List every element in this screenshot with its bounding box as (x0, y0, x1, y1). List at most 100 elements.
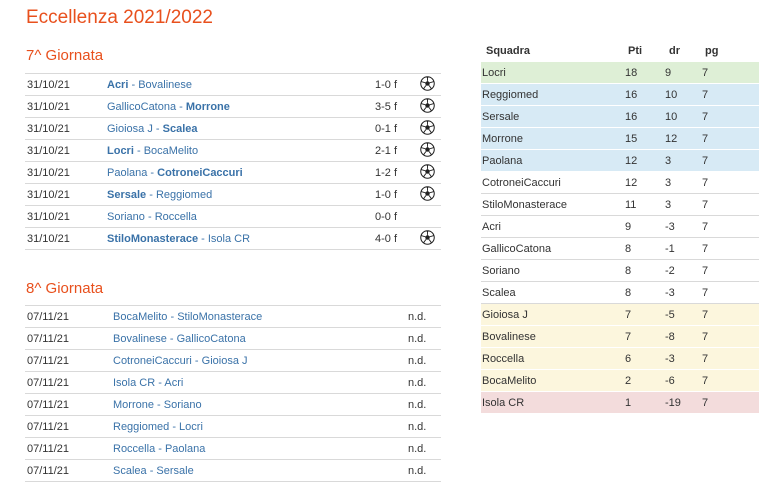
match-date: 31/10/21 (27, 233, 70, 245)
team-points: 12 (625, 177, 638, 189)
team-points: 16 (625, 111, 638, 123)
match-result: n.d. (408, 311, 427, 323)
match-teams-link[interactable]: Isola CR - Acri (113, 377, 183, 389)
team-points: 15 (625, 133, 638, 145)
team-name: Gioiosa J (482, 309, 528, 321)
team-played: 7 (702, 397, 709, 409)
home-team: Roccella (113, 443, 156, 455)
match-row: 07/11/21 Roccella - Paolana n.d. (25, 437, 441, 459)
team-name: Locri (482, 67, 506, 79)
away-team: Locri (179, 421, 203, 433)
team-name: Bovalinese (482, 331, 536, 343)
home-team: Paolana (107, 167, 148, 179)
standings-row: Sersale 16 10 7 (481, 106, 759, 128)
match-teams-link[interactable]: Morrone - Soriano (113, 399, 202, 411)
match-teams-link[interactable]: CotroneiCaccuri - Gioiosa J (113, 355, 248, 367)
team-name: StiloMonasterace (482, 199, 567, 211)
team-name: CotroneiCaccuri (482, 177, 561, 189)
match-result: 1-0 f (375, 189, 398, 201)
standings-row: Morrone 15 12 7 (481, 128, 759, 150)
match-result: n.d. (408, 333, 427, 345)
match-row: 07/11/21 Morrone - Soriano n.d. (25, 393, 441, 415)
team-points: 7 (625, 331, 632, 343)
team-name: Roccella (482, 353, 525, 365)
team-goal-difference: 3 (665, 199, 672, 211)
match-result: 4-0 f (375, 233, 398, 245)
match-date: 07/11/21 (27, 399, 70, 411)
standings-row: Acri 9 -3 7 (481, 216, 759, 238)
match-result: n.d. (408, 443, 427, 455)
soccer-ball-icon[interactable] (420, 230, 435, 245)
match-row: 31/10/21 Acri - Bovalinese 1-0 f (25, 73, 441, 95)
match-row: 07/11/21 Isola CR - Acri n.d. (25, 371, 441, 393)
soccer-ball-icon[interactable] (420, 186, 435, 201)
away-team: Morrone (185, 101, 230, 113)
team-goal-difference: -5 (665, 309, 675, 321)
match-teams-link[interactable]: GallicoCatona - Morrone (107, 101, 230, 113)
team-name: Reggiomed (482, 89, 539, 101)
away-team: GallicoCatona (176, 333, 246, 345)
standings-row: Locri 18 9 7 (481, 62, 759, 84)
standings-row: Paolana 12 3 7 (481, 150, 759, 172)
team-separator: - (128, 79, 139, 91)
soccer-ball-icon[interactable] (420, 164, 435, 179)
home-team: BocaMelito (113, 311, 168, 323)
team-separator: - (198, 233, 208, 245)
home-team: Reggiomed (113, 421, 170, 433)
match-row: 07/11/21 CotroneiCaccuri - Gioiosa J n.d. (25, 349, 441, 371)
team-name: Acri (482, 221, 501, 233)
match-teams-link[interactable]: Soriano - Roccella (107, 211, 197, 223)
match-teams-link[interactable]: Sersale - Reggiomed (107, 189, 212, 201)
team-separator: - (144, 211, 155, 223)
match-teams-link[interactable]: Acri - Bovalinese (107, 79, 192, 91)
soccer-ball-icon[interactable] (420, 98, 435, 113)
standings-row: Scalea 8 -3 7 (481, 282, 759, 304)
home-team: Bovalinese (113, 333, 167, 345)
team-name: Morrone (482, 133, 523, 145)
team-points: 1 (625, 397, 632, 409)
soccer-ball-icon[interactable] (420, 76, 435, 91)
away-team: Gioiosa J (201, 355, 248, 367)
team-separator: - (152, 123, 163, 135)
match-result: 0-0 f (375, 211, 398, 223)
team-name: Sersale (482, 111, 520, 123)
match-result: 1-2 f (375, 167, 398, 179)
match-result: n.d. (408, 355, 427, 367)
soccer-ball-icon[interactable] (420, 142, 435, 157)
home-team: Locri (107, 145, 134, 157)
match-teams-link[interactable]: Locri - BocaMelito (107, 145, 198, 157)
match-teams-link[interactable]: BocaMelito - StiloMonasterace (113, 311, 262, 323)
standings-row: Bovalinese 7 -8 7 (481, 326, 759, 348)
team-points: 8 (625, 243, 632, 255)
match-row: 07/11/21 BocaMelito - StiloMonasterace n.d… (25, 305, 441, 327)
standings-body: Locri 18 9 7 Reggiomed 16 10 7 Sersale 16 10 7 Morro… (481, 62, 759, 414)
away-team: Scalea (162, 123, 198, 135)
match-teams-link[interactable]: Reggiomed - Locri (113, 421, 203, 433)
team-goal-difference: -19 (665, 397, 681, 409)
home-team: Gioiosa J (107, 123, 153, 135)
match-row: 07/11/21 Bovalinese - GallicoCatona n.d. (25, 327, 441, 349)
header-points: Pti (628, 45, 643, 57)
match-teams-link[interactable]: Bovalinese - GallicoCatona (113, 333, 246, 345)
match-list-round-7: 31/10/21 Acri - Bovalinese 1-0 f 31/10/21 Ga… (25, 73, 441, 250)
match-teams-link[interactable]: Paolana - CotroneiCaccuri (107, 167, 243, 179)
team-separator: - (146, 189, 156, 201)
team-points: 18 (625, 67, 638, 79)
team-points: 9 (625, 221, 632, 233)
match-teams-link[interactable]: StiloMonasterace - Isola CR (107, 233, 250, 245)
team-points: 7 (625, 309, 632, 321)
match-teams-link[interactable]: Gioiosa J - Scalea (107, 123, 198, 135)
match-date: 07/11/21 (27, 311, 70, 323)
team-separator: - (153, 399, 164, 411)
team-played: 7 (702, 331, 709, 343)
match-teams-link[interactable]: Roccella - Paolana (113, 443, 205, 455)
match-date: 31/10/21 (27, 145, 70, 157)
match-teams-link[interactable]: Scalea - Sersale (113, 465, 194, 477)
match-date: 07/11/21 (27, 377, 70, 389)
header-played: pg (705, 45, 719, 57)
match-date: 31/10/21 (27, 123, 70, 135)
home-team: StiloMonasterace (107, 233, 199, 245)
away-team: CotroneiCaccuri (157, 167, 243, 179)
team-separator: - (146, 465, 157, 477)
soccer-ball-icon[interactable] (420, 120, 435, 135)
